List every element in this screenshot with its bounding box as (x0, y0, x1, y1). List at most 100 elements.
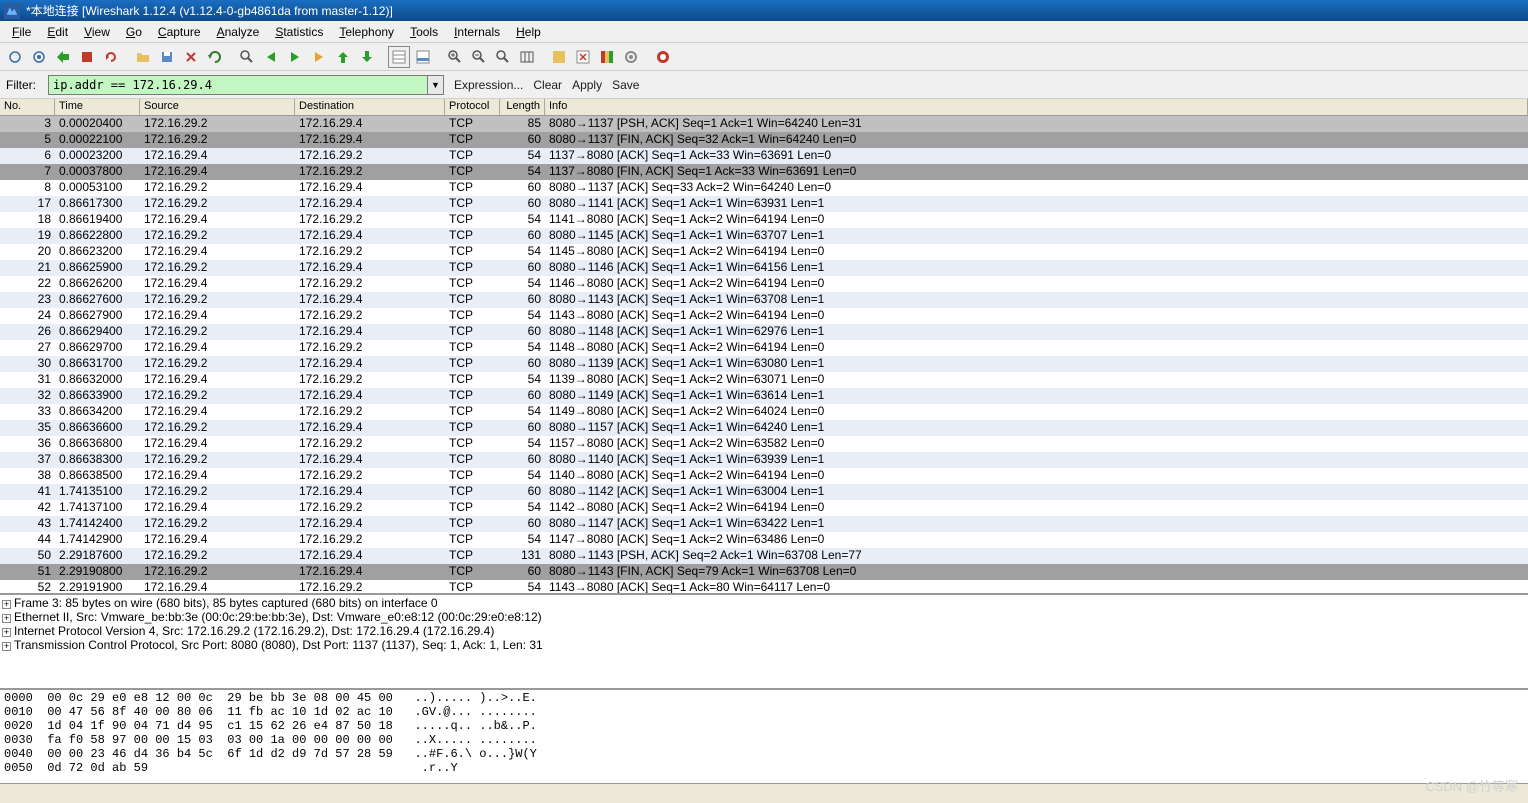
stop-capture-button[interactable] (76, 46, 98, 68)
auto-scroll-button[interactable] (412, 46, 434, 68)
zoom-in-button[interactable] (444, 46, 466, 68)
menu-edit[interactable]: Edit (39, 23, 76, 41)
detail-line[interactable]: +Ethernet II, Src: Vmware_be:bb:3e (00:0… (2, 610, 1526, 624)
save-button[interactable]: Save (612, 78, 639, 92)
packet-row[interactable]: 200.86623200172.16.29.4172.16.29.2TCP541… (0, 244, 1528, 260)
packet-row[interactable]: 421.74137100172.16.29.4172.16.29.2TCP541… (0, 500, 1528, 516)
menu-view[interactable]: View (76, 23, 118, 41)
packet-row[interactable]: 411.74135100172.16.29.2172.16.29.4TCP608… (0, 484, 1528, 500)
detail-line[interactable]: +Frame 3: 85 bytes on wire (680 bits), 8… (2, 596, 1526, 610)
packet-row[interactable]: 350.86636600172.16.29.2172.16.29.4TCP608… (0, 420, 1528, 436)
packet-row[interactable]: 210.86625900172.16.29.2172.16.29.4TCP608… (0, 260, 1528, 276)
interfaces-button[interactable] (4, 46, 26, 68)
apply-button[interactable]: Apply (572, 78, 602, 92)
packet-row[interactable]: 441.74142900172.16.29.4172.16.29.2TCP541… (0, 532, 1528, 548)
menu-tools[interactable]: Tools (402, 23, 446, 41)
expand-icon[interactable]: + (2, 628, 11, 637)
packet-row[interactable]: 260.86629400172.16.29.2172.16.29.4TCP608… (0, 324, 1528, 340)
column-no[interactable]: No. (0, 99, 55, 115)
packet-row[interactable]: 320.86633900172.16.29.2172.16.29.4TCP608… (0, 388, 1528, 404)
clear-button[interactable]: Clear (533, 78, 562, 92)
packet-row[interactable]: 300.86631700172.16.29.2172.16.29.4TCP608… (0, 356, 1528, 372)
expression-button[interactable]: Expression... (454, 78, 523, 92)
packet-row[interactable]: 522.29191900172.16.29.4172.16.29.2TCP541… (0, 580, 1528, 593)
column-info[interactable]: Info (545, 99, 1528, 115)
packet-row[interactable]: 220.86626200172.16.29.4172.16.29.2TCP541… (0, 276, 1528, 292)
expand-icon[interactable]: + (2, 614, 11, 623)
colorize-button[interactable] (388, 46, 410, 68)
packet-row[interactable]: 330.86634200172.16.29.4172.16.29.2TCP541… (0, 404, 1528, 420)
resize-columns-button[interactable] (516, 46, 538, 68)
filter-dropdown-button[interactable]: ▼ (428, 75, 444, 95)
zoom-reset-button[interactable] (492, 46, 514, 68)
go-forward-button[interactable] (284, 46, 306, 68)
detail-line[interactable]: +Internet Protocol Version 4, Src: 172.1… (2, 624, 1526, 638)
packet-row[interactable]: 30.00020400172.16.29.2172.16.29.4TCP8580… (0, 116, 1528, 132)
menu-internals[interactable]: Internals (446, 23, 508, 41)
column-source[interactable]: Source (140, 99, 295, 115)
expand-icon[interactable]: + (2, 642, 11, 651)
packet-row[interactable]: 240.86627900172.16.29.4172.16.29.2TCP541… (0, 308, 1528, 324)
filter-input[interactable] (48, 75, 428, 95)
column-protocol[interactable]: Protocol (445, 99, 500, 115)
app-icon (4, 3, 20, 19)
packet-row[interactable]: 512.29190800172.16.29.2172.16.29.4TCP608… (0, 564, 1528, 580)
filter-label: Filter: (4, 78, 38, 92)
packet-row[interactable]: 80.00053100172.16.29.2172.16.29.4TCP6080… (0, 180, 1528, 196)
go-last-button[interactable] (356, 46, 378, 68)
statusbar (0, 783, 1528, 803)
packet-row[interactable]: 270.86629700172.16.29.4172.16.29.2TCP541… (0, 340, 1528, 356)
packet-details-pane[interactable]: +Frame 3: 85 bytes on wire (680 bits), 8… (0, 593, 1528, 688)
packet-row[interactable]: 60.00023200172.16.29.4172.16.29.2TCP5411… (0, 148, 1528, 164)
packet-row[interactable]: 310.86632000172.16.29.4172.16.29.2TCP541… (0, 372, 1528, 388)
window-title: *本地连接 [Wireshark 1.12.4 (v1.12.4-0-gb486… (26, 2, 393, 19)
packet-row[interactable]: 370.86638300172.16.29.2172.16.29.4TCP608… (0, 452, 1528, 468)
go-to-button[interactable] (308, 46, 330, 68)
preferences-button[interactable] (620, 46, 642, 68)
window-titlebar: *本地连接 [Wireshark 1.12.4 (v1.12.4-0-gb486… (0, 0, 1528, 21)
options-button[interactable] (28, 46, 50, 68)
packet-row[interactable]: 230.86627600172.16.29.2172.16.29.4TCP608… (0, 292, 1528, 308)
packet-bytes-pane[interactable]: 0000 00 0c 29 e0 e8 12 00 0c 29 be bb 3e… (0, 688, 1528, 778)
reload-button[interactable] (204, 46, 226, 68)
open-file-button[interactable] (132, 46, 154, 68)
close-file-button[interactable] (180, 46, 202, 68)
packet-row[interactable]: 190.86622800172.16.29.2172.16.29.4TCP608… (0, 228, 1528, 244)
display-filters-button[interactable] (572, 46, 594, 68)
go-first-button[interactable] (332, 46, 354, 68)
column-destination[interactable]: Destination (295, 99, 445, 115)
filter-toolbar: Filter: ▼ Expression... Clear Apply Save (0, 71, 1528, 99)
main-toolbar (0, 43, 1528, 71)
packet-row[interactable]: 431.74142400172.16.29.2172.16.29.4TCP608… (0, 516, 1528, 532)
expand-icon[interactable]: + (2, 600, 11, 609)
coloring-rules-button[interactable] (596, 46, 618, 68)
zoom-out-button[interactable] (468, 46, 490, 68)
menu-capture[interactable]: Capture (150, 23, 209, 41)
packet-list[interactable]: 30.00020400172.16.29.2172.16.29.4TCP8580… (0, 116, 1528, 593)
column-time[interactable]: Time (55, 99, 140, 115)
menu-file[interactable]: File (4, 23, 39, 41)
restart-capture-button[interactable] (100, 46, 122, 68)
save-file-button[interactable] (156, 46, 178, 68)
packet-row[interactable]: 502.29187600172.16.29.2172.16.29.4TCP131… (0, 548, 1528, 564)
packet-row[interactable]: 170.86617300172.16.29.2172.16.29.4TCP608… (0, 196, 1528, 212)
menu-statistics[interactable]: Statistics (267, 23, 331, 41)
capture-filters-button[interactable] (548, 46, 570, 68)
go-back-button[interactable] (260, 46, 282, 68)
menu-analyze[interactable]: Analyze (209, 23, 268, 41)
help-button[interactable] (652, 46, 674, 68)
column-length[interactable]: Length (500, 99, 545, 115)
packet-list-header: No. Time Source Destination Protocol Len… (0, 99, 1528, 116)
packet-row[interactable]: 360.86636800172.16.29.4172.16.29.2TCP541… (0, 436, 1528, 452)
packet-row[interactable]: 50.00022100172.16.29.2172.16.29.4TCP6080… (0, 132, 1528, 148)
menu-telephony[interactable]: Telephony (331, 23, 402, 41)
packet-row[interactable]: 70.00037800172.16.29.4172.16.29.2TCP5411… (0, 164, 1528, 180)
menubar: FileEditViewGoCaptureAnalyzeStatisticsTe… (0, 21, 1528, 43)
packet-row[interactable]: 180.86619400172.16.29.4172.16.29.2TCP541… (0, 212, 1528, 228)
start-capture-button[interactable] (52, 46, 74, 68)
packet-row[interactable]: 380.86638500172.16.29.4172.16.29.2TCP541… (0, 468, 1528, 484)
menu-help[interactable]: Help (508, 23, 549, 41)
detail-line[interactable]: +Transmission Control Protocol, Src Port… (2, 638, 1526, 652)
menu-go[interactable]: Go (118, 23, 150, 41)
find-button[interactable] (236, 46, 258, 68)
